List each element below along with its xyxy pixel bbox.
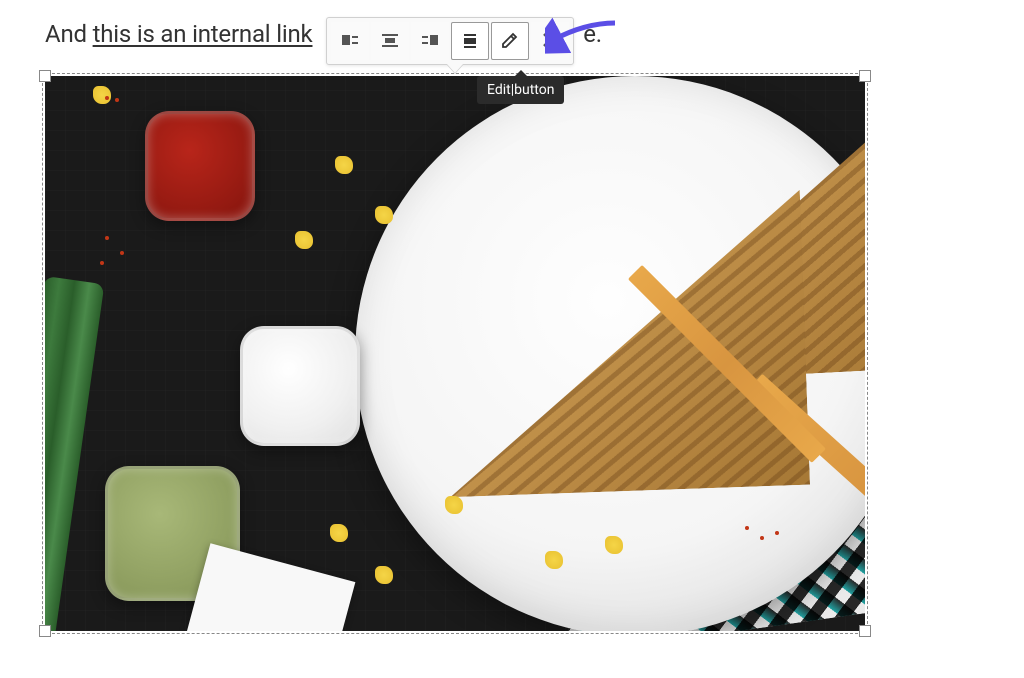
text-before-link: And xyxy=(45,20,93,48)
align-none-icon xyxy=(460,30,480,53)
pencil-icon xyxy=(500,30,520,53)
edit-image-button[interactable] xyxy=(491,22,529,60)
align-left-icon xyxy=(340,30,360,53)
remove-image-button[interactable] xyxy=(531,22,569,60)
resize-handle-bottom-left[interactable] xyxy=(39,625,51,637)
tooltip-text: Edit|button xyxy=(487,82,554,98)
align-right-icon xyxy=(420,30,440,53)
close-icon xyxy=(540,30,560,53)
align-none-button[interactable] xyxy=(451,22,489,60)
resize-handle-top-left[interactable] xyxy=(39,70,51,82)
align-center-button[interactable] xyxy=(371,22,409,60)
selected-image-container[interactable] xyxy=(45,76,865,631)
resize-handle-bottom-right[interactable] xyxy=(859,625,871,637)
resize-handle-top-right[interactable] xyxy=(859,70,871,82)
food-image-placeholder xyxy=(45,76,865,631)
internal-link[interactable]: this is an internal link xyxy=(93,20,313,48)
align-right-button[interactable] xyxy=(411,22,449,60)
align-center-icon xyxy=(380,30,400,53)
image-edit-toolbar xyxy=(326,17,574,65)
text-after-obscured: e. xyxy=(583,20,602,48)
edit-button-tooltip: Edit|button xyxy=(477,76,564,104)
align-left-button[interactable] xyxy=(331,22,369,60)
